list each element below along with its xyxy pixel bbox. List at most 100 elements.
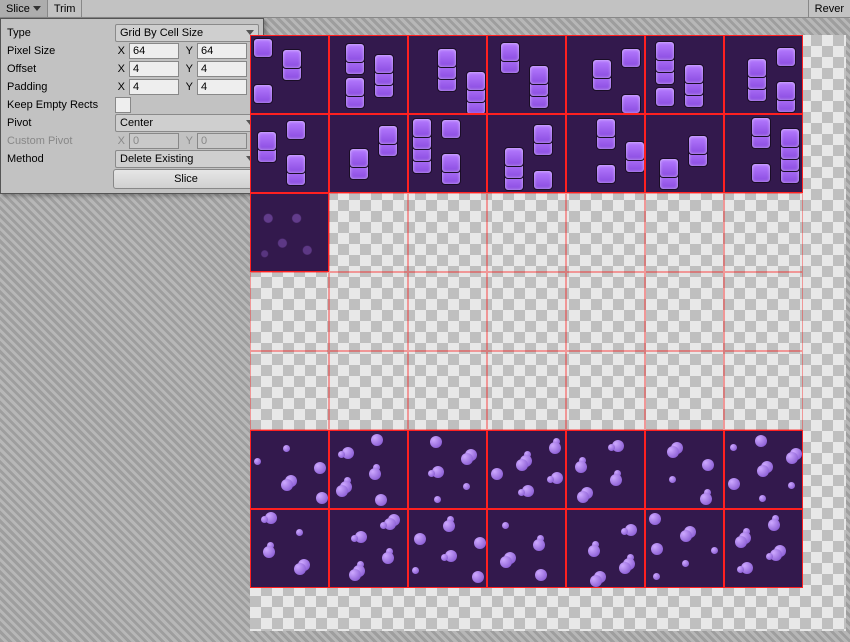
tile-bubble: [680, 530, 692, 542]
tile-block: [533, 124, 553, 144]
grid-cell[interactable]: [408, 193, 487, 272]
tile-bubble: [768, 519, 780, 531]
tile-block: [466, 71, 486, 91]
grid-cell[interactable]: [566, 114, 645, 193]
y-label: Y: [183, 45, 193, 57]
grid-cell[interactable]: [250, 114, 329, 193]
grid-cell[interactable]: [487, 114, 566, 193]
grid-cell[interactable]: [250, 35, 329, 114]
tile-block: [751, 117, 771, 137]
tile-block: [378, 125, 398, 145]
tile-block: [751, 163, 771, 183]
tile-bubble: [314, 462, 326, 474]
trim-button[interactable]: Trim: [48, 0, 83, 17]
pixel-size-x-input[interactable]: [129, 43, 179, 59]
grid-cell[interactable]: [408, 430, 487, 509]
pivot-dropdown[interactable]: Center: [115, 114, 259, 132]
tile-bubble: [316, 492, 328, 504]
grid-cell[interactable]: [724, 272, 803, 351]
grid-cell[interactable]: [408, 509, 487, 588]
offset-x-input[interactable]: [129, 61, 179, 77]
tile-bubble: [651, 543, 663, 555]
tile-block: [412, 118, 432, 138]
grid-cell[interactable]: [645, 35, 724, 114]
slice-button[interactable]: Slice: [113, 169, 259, 189]
grid-cell[interactable]: [645, 430, 724, 509]
tile-bubble: [608, 444, 615, 451]
keep-empty-checkbox[interactable]: [115, 97, 131, 113]
grid-cell[interactable]: [408, 35, 487, 114]
grid-cell[interactable]: [645, 351, 724, 430]
offset-y-input[interactable]: [197, 61, 247, 77]
grid-cell[interactable]: [487, 509, 566, 588]
tile-bubble: [518, 489, 525, 496]
grid-cell[interactable]: [566, 193, 645, 272]
grid-cell[interactable]: [724, 509, 803, 588]
grid-cell[interactable]: [487, 351, 566, 430]
grid-cell[interactable]: [329, 272, 408, 351]
tile-block: [437, 48, 457, 68]
tile-block: [621, 48, 641, 68]
grid-cell[interactable]: [724, 35, 803, 114]
grid-cell[interactable]: [250, 509, 329, 588]
grid-cell[interactable]: [566, 351, 645, 430]
pixel-size-y-input[interactable]: [197, 43, 247, 59]
grid-cell[interactable]: [329, 114, 408, 193]
tile-bubble: [619, 562, 631, 574]
pixel-size-label: Pixel Size: [5, 45, 115, 57]
tile-bubble: [430, 436, 442, 448]
tile-block: [345, 77, 365, 97]
grid-cell[interactable]: [408, 272, 487, 351]
grid-cell[interactable]: [250, 430, 329, 509]
grid-cell[interactable]: [645, 272, 724, 351]
grid-cell[interactable]: [487, 35, 566, 114]
grid-cell[interactable]: [566, 272, 645, 351]
grid-cell[interactable]: [724, 193, 803, 272]
grid-cell[interactable]: [250, 351, 329, 430]
tile-bubble: [461, 453, 473, 465]
grid-cell[interactable]: [329, 351, 408, 430]
grid-cell[interactable]: [408, 114, 487, 193]
grid-cell[interactable]: [645, 509, 724, 588]
tile-bubble: [338, 451, 345, 458]
tile-bubble: [516, 459, 528, 471]
pivot-label: Pivot: [5, 117, 115, 129]
grid-cell[interactable]: [566, 509, 645, 588]
grid-cell[interactable]: [724, 351, 803, 430]
tile-bubble: [254, 458, 261, 465]
grid-cell[interactable]: [724, 430, 803, 509]
method-dropdown[interactable]: Delete Existing: [115, 150, 259, 168]
padding-y-input[interactable]: [197, 79, 247, 95]
grid-cell[interactable]: [329, 35, 408, 114]
grid-cell[interactable]: [329, 430, 408, 509]
grid-cell[interactable]: [566, 430, 645, 509]
tile-bubble: [463, 483, 470, 490]
grid-cell[interactable]: [329, 509, 408, 588]
revert-button[interactable]: Rever: [808, 0, 850, 17]
tile-bubble: [590, 575, 602, 587]
grid-cell[interactable]: [645, 114, 724, 193]
tile-bubble: [700, 493, 712, 505]
method-label: Method: [5, 153, 115, 165]
type-dropdown[interactable]: Grid By Cell Size: [115, 24, 259, 42]
tile-bubble: [263, 546, 275, 558]
grid-cell[interactable]: [487, 272, 566, 351]
grid-cell[interactable]: [645, 193, 724, 272]
grid-cell[interactable]: [408, 351, 487, 430]
grid-cell[interactable]: [250, 193, 329, 272]
grid-cell[interactable]: [250, 272, 329, 351]
tile-bubble: [588, 545, 600, 557]
trim-label: Trim: [54, 3, 76, 15]
grid-cell[interactable]: [487, 430, 566, 509]
padding-x-input[interactable]: [129, 79, 179, 95]
tile-block: [688, 135, 708, 155]
y-label: Y: [183, 63, 193, 75]
grid-cell[interactable]: [329, 193, 408, 272]
grid-cell[interactable]: [724, 114, 803, 193]
grid-cell[interactable]: [566, 35, 645, 114]
tile-bubble: [669, 476, 676, 483]
sprite-canvas[interactable]: [250, 35, 846, 631]
slice-menu-label: Slice: [6, 3, 30, 15]
slice-menu-button[interactable]: Slice: [0, 0, 48, 17]
grid-cell[interactable]: [487, 193, 566, 272]
